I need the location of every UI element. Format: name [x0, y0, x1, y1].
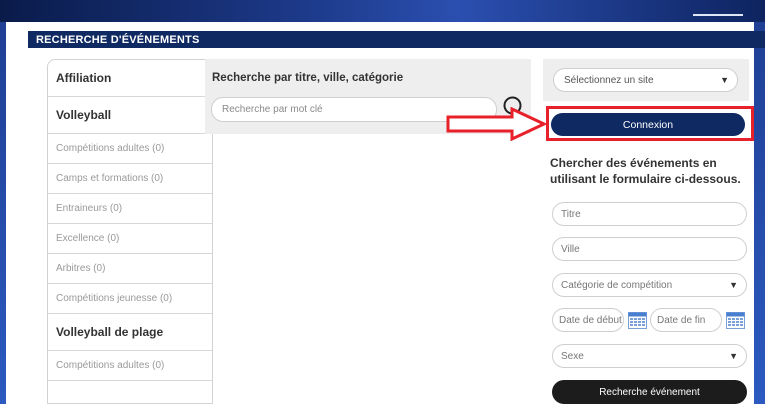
- chevron-down-icon: ▼: [720, 75, 729, 85]
- category-volleyball-de-plage[interactable]: Volleyball de plage: [48, 314, 212, 351]
- category-panel: Affiliation Volleyball Compétitions adul…: [47, 59, 213, 404]
- right-frame-edge: [754, 22, 765, 404]
- title-field[interactable]: Titre: [552, 202, 747, 226]
- end-date-field[interactable]: Date de fin: [650, 308, 722, 332]
- category-item[interactable]: Camps et formations (0): [48, 164, 212, 194]
- chevron-down-icon: ▼: [729, 280, 738, 290]
- form-title: Chercher des événements en utilisant le …: [550, 156, 741, 186]
- search-events-button[interactable]: Recherche événement: [552, 380, 747, 404]
- city-field[interactable]: Ville: [552, 237, 747, 261]
- connect-button[interactable]: Connexion: [551, 113, 745, 136]
- left-frame-edge: [0, 22, 6, 404]
- sex-select[interactable]: Sexe ▼: [552, 344, 747, 368]
- window-top-bar: [0, 0, 765, 22]
- category-select-value: Catégorie de compétition: [561, 280, 673, 291]
- category-item[interactable]: Excellence (0): [48, 224, 212, 254]
- site-select-block: Sélectionnez un site ▼: [543, 59, 749, 101]
- top-bar-line: [693, 14, 743, 16]
- category-volleyball[interactable]: Volleyball: [48, 97, 212, 134]
- category-item[interactable]: Arbitres (0): [48, 254, 212, 284]
- category-item[interactable]: Compétitions adultes (0): [48, 134, 212, 164]
- sex-select-value: Sexe: [561, 351, 584, 362]
- category-item[interactable]: Compétitions jeunesse (0): [48, 284, 212, 314]
- section-header: RECHERCHE D'ÉVÉNEMENTS: [28, 31, 765, 48]
- category-select[interactable]: Catégorie de compétition ▼: [552, 273, 747, 297]
- start-date-field[interactable]: Date de début: [552, 308, 624, 332]
- site-select-value: Sélectionnez un site: [564, 75, 654, 86]
- calendar-icon[interactable]: [628, 312, 647, 329]
- keyword-search-title: Recherche par titre, ville, catégorie: [212, 72, 404, 84]
- chevron-down-icon: ▼: [729, 351, 738, 361]
- site-select[interactable]: Sélectionnez un site ▼: [553, 68, 738, 92]
- content-area: Affiliation Volleyball Compétitions adul…: [28, 48, 754, 404]
- category-item[interactable]: Entraineurs (0): [48, 194, 212, 224]
- calendar-icon[interactable]: [726, 312, 745, 329]
- category-item[interactable]: Compétitions adultes (0): [48, 351, 212, 381]
- arrow-right-icon: [446, 107, 546, 141]
- category-affiliation[interactable]: Affiliation: [48, 60, 212, 97]
